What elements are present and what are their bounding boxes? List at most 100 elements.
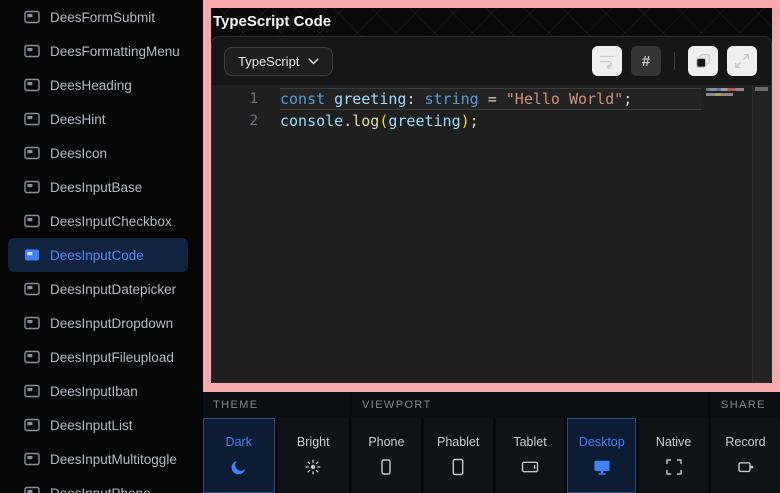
chevron-down-icon xyxy=(308,58,319,65)
component-icon xyxy=(24,214,40,228)
phablet-button[interactable]: Phablet xyxy=(424,418,493,493)
phablet-icon xyxy=(448,457,468,477)
sidebar-item-label: DeesInputFileupload xyxy=(50,350,174,365)
code-token: ; xyxy=(470,112,479,130)
component-icon xyxy=(24,112,40,126)
sidebar-item-deesheading[interactable]: DeesHeading xyxy=(8,68,188,102)
sidebar-item-label: DeesInputCode xyxy=(50,248,144,263)
minimap-preview-line xyxy=(706,93,733,96)
code-line[interactable]: 2 console.log(greeting); xyxy=(212,110,771,132)
tablet-button[interactable]: Tablet xyxy=(496,418,565,493)
phone-icon xyxy=(376,457,396,477)
record-button[interactable]: Record xyxy=(711,418,780,493)
component-icon xyxy=(24,44,40,58)
language-selector[interactable]: TypeScript xyxy=(224,47,333,76)
editor-toolbar: TypeScript # xyxy=(212,37,771,85)
sidebar-item-deesformsubmit[interactable]: DeesFormSubmit xyxy=(8,0,188,34)
component-icon xyxy=(24,282,40,296)
sidebar-item-deesinputcheckbox[interactable]: DeesInputCheckbox xyxy=(8,204,188,238)
settings-section-share: SHARE Record xyxy=(711,392,780,493)
sidebar-item-deesinputmultitoggle[interactable]: DeesInputMultitoggle xyxy=(8,442,188,476)
sidebar-item-deesinputcode[interactable]: DeesInputCode xyxy=(8,238,188,272)
code-editor-panel: TypeScript # 1 const greeting: string = "… xyxy=(211,36,772,383)
code-token: . xyxy=(343,112,352,130)
sidebar-item-label: DeesInputDatepicker xyxy=(50,282,176,297)
toolbar-divider xyxy=(674,52,675,70)
sidebar-item-deesicon[interactable]: DeesIcon xyxy=(8,136,188,170)
sun-icon xyxy=(303,457,323,477)
sidebar-item-deesinputiban[interactable]: DeesInputIban xyxy=(8,374,188,408)
button-label: Desktop xyxy=(579,435,625,449)
section-heading: THEME xyxy=(203,392,349,418)
phone-button[interactable]: Phone xyxy=(352,418,421,493)
code-token: const xyxy=(280,90,325,108)
dark-button[interactable]: Dark xyxy=(203,418,275,493)
language-selector-label: TypeScript xyxy=(238,54,299,69)
code-text: console.log(greeting); xyxy=(280,112,479,130)
settings-section-theme: THEME Dark Bright xyxy=(203,392,349,493)
sidebar-item-label: DeesHint xyxy=(50,112,106,127)
component-icon xyxy=(24,78,40,92)
component-icon xyxy=(24,248,40,262)
sidebar-item-deesformattingmenu[interactable]: DeesFormattingMenu xyxy=(8,34,188,68)
sidebar-item-deesinputdropdown[interactable]: DeesInputDropdown xyxy=(8,306,188,340)
code-token: ) xyxy=(461,112,470,130)
record-icon xyxy=(736,457,756,477)
sidebar-item-deesinputlist[interactable]: DeesInputList xyxy=(8,408,188,442)
code-token: greeting xyxy=(388,112,460,130)
sidebar-item-label: DeesInputDropdown xyxy=(50,316,173,331)
native-button[interactable]: Native xyxy=(639,418,708,493)
tablet-icon xyxy=(520,457,540,477)
line-numbers-icon[interactable]: # xyxy=(631,46,661,76)
code-token: "Hello World" xyxy=(506,90,623,108)
minimap-scrollbar[interactable] xyxy=(752,85,771,382)
code-text: const greeting: string = "Hello World"; xyxy=(280,90,632,108)
component-icon xyxy=(24,180,40,194)
sidebar-item-deesinputphone[interactable]: DeesInputPhone xyxy=(8,476,188,493)
moon-icon xyxy=(230,457,248,477)
component-icon xyxy=(24,350,40,364)
demo-highlight-frame: TypeScript Code TypeScript # 1const gree… xyxy=(203,0,780,392)
sidebar-item-label: DeesInputList xyxy=(50,418,133,433)
demo-area: TypeScript Code TypeScript # 1const gree… xyxy=(211,8,772,383)
component-icon xyxy=(24,146,40,160)
desktop-icon xyxy=(592,457,612,477)
expand-icon[interactable] xyxy=(727,46,757,76)
sidebar-item-deeshint[interactable]: DeesHint xyxy=(8,102,188,136)
button-label: Record xyxy=(725,435,765,449)
line-number: 1 xyxy=(212,91,258,107)
sidebar-item-label: DeesInputPhone xyxy=(50,486,151,493)
sidebar-item-label: DeesIcon xyxy=(50,146,107,161)
line-number: 2 xyxy=(212,113,258,129)
word-wrap-icon[interactable] xyxy=(592,46,622,76)
component-icon xyxy=(24,486,40,493)
settings-bar: THEMEDarkBrightVIEWPORTPhonePhabletTable… xyxy=(203,392,780,493)
code-token: string xyxy=(415,90,478,108)
sidebar-item-deesinputdatepicker[interactable]: DeesInputDatepicker xyxy=(8,272,188,306)
sidebar-item-label: DeesFormSubmit xyxy=(50,10,155,25)
code-line[interactable]: 1 const greeting: string = "Hello World"; xyxy=(212,88,771,110)
code-area[interactable]: 1 const greeting: string = "Hello World";… xyxy=(212,85,771,382)
minimap-preview-line xyxy=(706,88,744,91)
sidebar-item-deesinputbase[interactable]: DeesInputBase xyxy=(8,170,188,204)
button-label: Native xyxy=(656,435,691,449)
code-token: = xyxy=(479,90,506,108)
sidebar-item-deesinputfileupload[interactable]: DeesInputFileupload xyxy=(8,340,188,374)
sidebar-item-label: DeesInputBase xyxy=(50,180,142,195)
component-icon xyxy=(24,418,40,432)
bright-button[interactable]: Bright xyxy=(278,418,350,493)
component-sidebar: DeesFormSubmit DeesFormattingMenuDeesHead… xyxy=(0,0,196,493)
app-window: DeesFormSubmit DeesFormattingMenuDeesHead… xyxy=(0,0,780,493)
button-label: Phablet xyxy=(437,435,479,449)
desktop-button[interactable]: Desktop xyxy=(567,418,636,493)
copy-icon[interactable] xyxy=(688,46,718,76)
button-label: Dark xyxy=(226,435,252,449)
sidebar-item-label: DeesInputIban xyxy=(50,384,138,399)
component-icon xyxy=(24,384,40,398)
code-token: ; xyxy=(623,90,632,108)
sidebar-item-label: DeesInputCheckbox xyxy=(50,214,172,229)
editor-tool-icons: # xyxy=(592,46,757,76)
button-label: Bright xyxy=(297,435,330,449)
section-heading: SHARE xyxy=(711,392,780,418)
scrollbar-thumb[interactable] xyxy=(755,87,768,91)
